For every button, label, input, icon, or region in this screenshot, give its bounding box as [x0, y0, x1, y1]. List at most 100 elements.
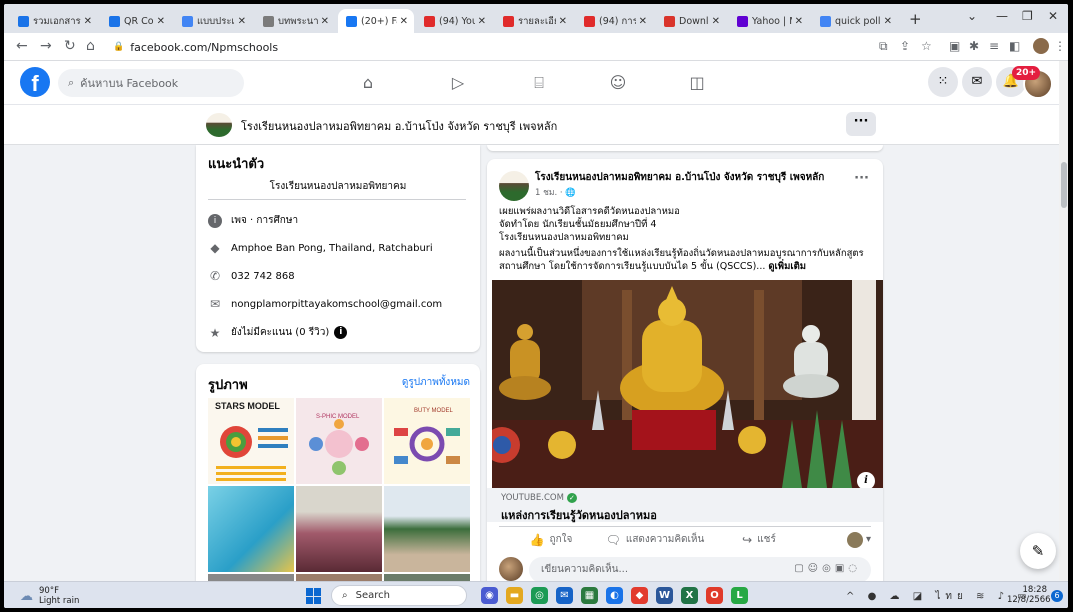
- photo-thumbnail[interactable]: BUTY MODEL: [384, 398, 470, 484]
- post-author-avatar[interactable]: [499, 171, 529, 201]
- nav-watch-icon[interactable]: ▷: [448, 73, 468, 93]
- edge-icon[interactable]: ◐: [606, 587, 623, 604]
- tab-search-icon[interactable]: ⌄: [967, 9, 977, 23]
- close-tab-icon[interactable]: ✕: [238, 16, 246, 27]
- facebook-search-input[interactable]: ⌕ ค้นหาบน Facebook: [58, 69, 244, 97]
- intro-phone[interactable]: 032 742 868: [231, 271, 295, 282]
- close-tab-icon[interactable]: ✕: [884, 16, 892, 27]
- messenger-button[interactable]: ✉: [962, 67, 992, 97]
- facebook-logo[interactable]: f: [20, 67, 50, 97]
- browser-tab[interactable]: แบบประเมิน✕: [174, 9, 252, 33]
- browser-tab[interactable]: Yahoo | M✕: [729, 9, 809, 33]
- nav-gaming-icon[interactable]: ◫: [687, 73, 707, 93]
- browser-tab[interactable]: quick poll ✕: [812, 9, 898, 33]
- file-explorer-icon[interactable]: ▬: [506, 587, 523, 604]
- browser-tab[interactable]: Download✕: [656, 9, 726, 33]
- cloud-icon[interactable]: ☁: [890, 591, 905, 602]
- close-tab-icon[interactable]: ✕: [157, 16, 165, 27]
- address-bar[interactable]: 🔒 facebook.com/Npmschools: [113, 37, 873, 57]
- browser-menu-icon[interactable]: ⋮: [1054, 39, 1066, 53]
- close-tab-icon[interactable]: ✕: [478, 16, 486, 27]
- close-tab-icon[interactable]: ✕: [400, 16, 408, 27]
- close-window-button[interactable]: ✕: [1048, 9, 1058, 23]
- browser-tab[interactable]: QR Code C✕: [101, 9, 171, 33]
- post-options-button[interactable]: ···: [854, 171, 869, 186]
- photo-thumbnail[interactable]: S-PHIC MODEL: [296, 398, 382, 484]
- browser-tab[interactable]: (94) การจัด✕: [576, 9, 653, 33]
- back-icon[interactable]: ←: [16, 38, 28, 54]
- opera-icon[interactable]: O: [706, 587, 723, 604]
- start-button[interactable]: [306, 588, 322, 604]
- photo-thumbnail[interactable]: [296, 486, 382, 572]
- minimize-button[interactable]: —: [996, 9, 1008, 23]
- see-all-photos-link[interactable]: ดูรูปภาพทั้งหมด: [402, 375, 470, 390]
- teams-icon[interactable]: ◉: [481, 587, 498, 604]
- system-tray[interactable]: ^ ● ☁ ◪ ไทย ≋ ♪ ▭: [846, 589, 1032, 604]
- share-page-icon[interactable]: ⇪: [900, 39, 910, 53]
- maximize-button[interactable]: ❐: [1022, 9, 1033, 23]
- photo-thumbnail[interactable]: [208, 486, 294, 572]
- page-scrollbar[interactable]: [1059, 61, 1068, 581]
- page-profile-picture[interactable]: [206, 113, 232, 137]
- browser-tab[interactable]: บทพระนาม✕: [255, 9, 335, 33]
- like-button[interactable]: 👍 ถูกใจ: [499, 532, 603, 547]
- photo-thumbnail[interactable]: STARS MODEL: [208, 398, 294, 484]
- bookmark-star-icon[interactable]: ☆: [921, 39, 932, 53]
- comment-button[interactable]: 🗨 แสดงความคิดเห็น: [603, 532, 707, 547]
- browser-profile-avatar[interactable]: [1033, 38, 1049, 54]
- link-title[interactable]: แหล่งการเรียนรู้วัดหนองปลาหมอ: [501, 506, 657, 524]
- nav-marketplace-icon[interactable]: ⌸: [529, 73, 549, 93]
- intro-address[interactable]: Amphoe Ban Pong, Thailand, Ratchaburi: [231, 243, 433, 254]
- store-icon[interactable]: ▦: [581, 587, 598, 604]
- cast-icon[interactable]: ⧉: [879, 39, 888, 54]
- see-more-link[interactable]: ดูเพิ่มเติม: [768, 261, 806, 272]
- extension-icon[interactable]: ▣: [949, 39, 960, 53]
- new-tab-button[interactable]: +: [909, 10, 922, 28]
- mail-icon[interactable]: ✉: [556, 587, 573, 604]
- chrome-icon[interactable]: ◎: [531, 587, 548, 604]
- close-tab-icon[interactable]: ✕: [559, 16, 567, 27]
- weather-widget[interactable]: ☁ 90°F Light rain: [20, 586, 79, 606]
- post-time[interactable]: 1 ชม. · 🌐: [535, 185, 576, 199]
- input-language[interactable]: ไทย: [935, 591, 967, 602]
- close-tab-icon[interactable]: ✕: [795, 16, 803, 27]
- link-preview[interactable]: YOUTUBE.COM ✓ แหล่งการเรียนรู้วัดหนองปลา…: [487, 488, 883, 522]
- reload-icon[interactable]: ↻: [64, 38, 76, 54]
- tray-app-icon[interactable]: ●: [868, 591, 882, 602]
- line-icon[interactable]: L: [731, 587, 748, 604]
- browser-tab[interactable]: (94) YouTu✕: [416, 9, 492, 33]
- side-panel-icon[interactable]: ◧: [1009, 39, 1020, 53]
- page-more-button[interactable]: ···: [846, 112, 876, 136]
- comment-tools[interactable]: ▢☺◎▣◌: [794, 563, 861, 574]
- nav-home-icon[interactable]: ⌂: [358, 73, 378, 93]
- reading-list-icon[interactable]: ≡: [989, 39, 999, 53]
- wifi-icon[interactable]: ≋: [976, 591, 989, 602]
- close-tab-icon[interactable]: ✕: [639, 16, 647, 27]
- forward-icon[interactable]: →: [40, 38, 52, 54]
- browser-tab[interactable]: รวมเอกสารที่✕: [10, 9, 98, 33]
- rating-info-icon[interactable]: i: [334, 326, 348, 339]
- browser-tab[interactable]: (20+) Face✕: [338, 9, 414, 33]
- taskbar-search[interactable]: ⌕ Search: [331, 585, 467, 606]
- chevron-up-icon[interactable]: ^: [846, 591, 859, 602]
- reaction-identity-selector[interactable]: ▾: [811, 531, 871, 548]
- app-icon[interactable]: ◆: [631, 587, 648, 604]
- photo-thumbnail[interactable]: [384, 486, 470, 572]
- nav-groups-icon[interactable]: ☺: [608, 73, 628, 93]
- excel-icon[interactable]: X: [681, 587, 698, 604]
- puzzle-icon[interactable]: ✱: [969, 39, 979, 53]
- close-tab-icon[interactable]: ✕: [712, 16, 720, 27]
- word-icon[interactable]: W: [656, 587, 673, 604]
- home-icon[interactable]: ⌂: [86, 38, 95, 54]
- scrollbar-thumb[interactable]: [1061, 162, 1067, 208]
- close-tab-icon[interactable]: ✕: [84, 16, 92, 27]
- intro-email[interactable]: nongplamorpittayakomschool@gmail.com: [231, 299, 442, 310]
- tray-app-icon[interactable]: ◪: [913, 591, 927, 602]
- post-link-image[interactable]: [492, 280, 883, 488]
- notification-count-badge[interactable]: 6: [1051, 590, 1063, 602]
- taskbar-clock[interactable]: 18:28 12/8/2566: [1007, 585, 1051, 605]
- page-name[interactable]: โรงเรียนหนองปลาหมอพิทยาคม อ.บ้านโป่ง จัง…: [241, 117, 557, 135]
- menu-grid-button[interactable]: ⁙: [928, 67, 958, 97]
- close-tab-icon[interactable]: ✕: [321, 16, 329, 27]
- share-button[interactable]: ↪ แชร์: [707, 532, 811, 547]
